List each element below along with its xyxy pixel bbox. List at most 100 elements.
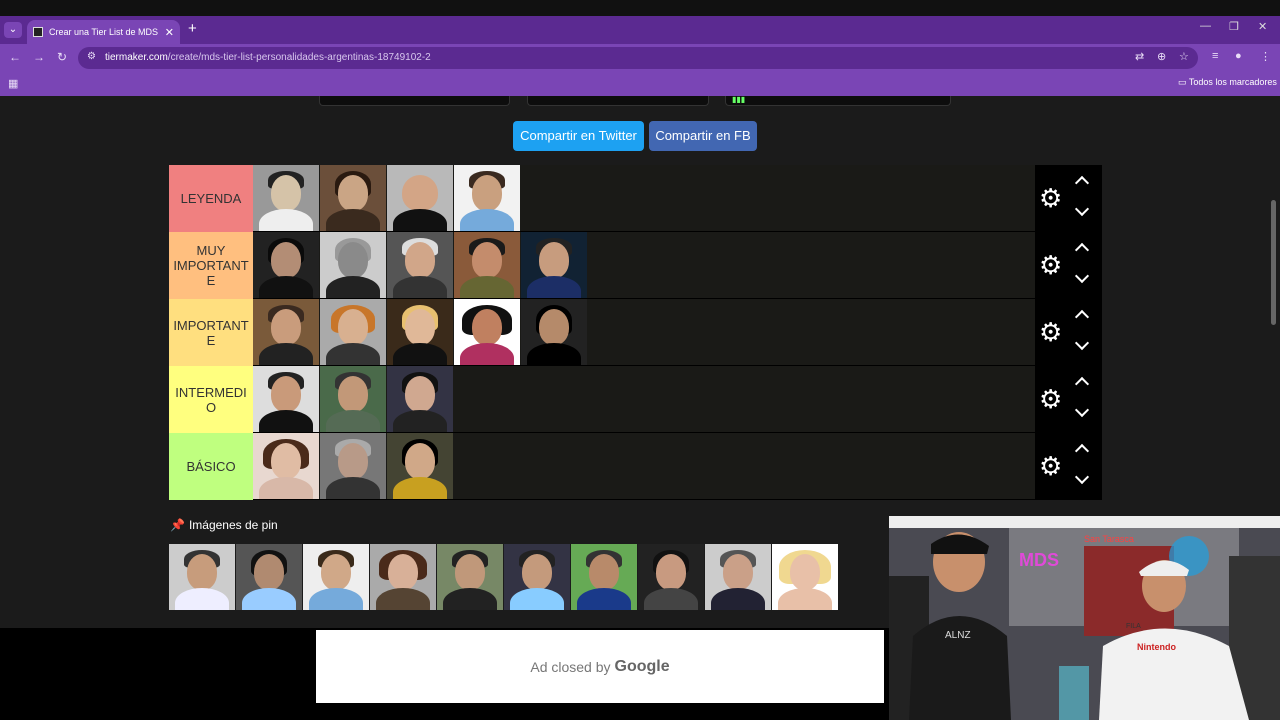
tier-controls: ⚙ [1035, 433, 1102, 500]
pool-image[interactable] [370, 544, 436, 610]
tier-list: LEYENDA ⚙ MUY IMPORTANT E ⚙ IMPORTANT E … [169, 165, 1102, 500]
top-button-stub[interactable] [319, 96, 510, 106]
person-image[interactable] [253, 232, 319, 298]
person-image[interactable] [253, 165, 319, 231]
pool-image[interactable] [169, 544, 235, 610]
move-down-icon[interactable] [1074, 402, 1090, 418]
image-pool [169, 544, 839, 610]
move-down-icon[interactable] [1074, 335, 1090, 351]
share-twitter-button[interactable]: Compartir en Twitter [513, 121, 644, 151]
pool-image[interactable] [705, 544, 771, 610]
pool-image[interactable] [504, 544, 570, 610]
neon-sign-right: San Tarasca [1084, 534, 1134, 544]
restore-button[interactable]: ❐ [1229, 20, 1239, 33]
pin-icon: 📌 [170, 518, 185, 532]
reload-icon[interactable]: ↻ [57, 50, 67, 64]
move-up-icon[interactable] [1074, 443, 1090, 459]
tab-title: Crear una Tier List de MDS Pers [49, 27, 159, 37]
person-image[interactable] [320, 165, 386, 231]
all-bookmarks-label: Todos los marcadores [1188, 77, 1277, 87]
browser-tab[interactable]: Crear una Tier List de MDS Pers ✕ [27, 20, 180, 44]
site-info-icon[interactable]: ⚙ [87, 51, 96, 62]
person-image[interactable] [320, 299, 386, 365]
person-image[interactable] [320, 433, 386, 499]
share-facebook-button[interactable]: Compartir en FB [649, 121, 757, 151]
tier-controls: ⚙ [1035, 232, 1102, 299]
closed-ad-banner: Ad closed by Google [316, 630, 884, 703]
move-up-icon[interactable] [1074, 309, 1090, 325]
gear-icon[interactable]: ⚙ [1039, 319, 1062, 345]
webcam-scene: MDS San Tarasca ALNZ Nintendo FILA [889, 516, 1280, 720]
person-image[interactable] [387, 232, 453, 298]
tab-search-button[interactable]: ⌄ [4, 22, 22, 38]
person-image[interactable] [387, 165, 453, 231]
new-tab-button[interactable]: + [188, 20, 197, 37]
media-icon[interactable]: ≡ [1212, 50, 1218, 62]
tier-row: INTERMEDI O ⚙ [169, 366, 1102, 433]
gear-icon[interactable]: ⚙ [1039, 252, 1062, 278]
person-image[interactable] [521, 299, 587, 365]
tier-controls: ⚙ [1035, 165, 1102, 232]
tiermaker-favicon-icon [33, 27, 43, 37]
pool-image[interactable] [303, 544, 369, 610]
person-image[interactable] [253, 366, 319, 432]
person-image[interactable] [320, 232, 386, 298]
back-icon[interactable]: ← [9, 50, 21, 64]
page-scrollbar[interactable] [1271, 200, 1276, 325]
person-image[interactable] [454, 165, 520, 231]
move-down-icon[interactable] [1074, 469, 1090, 485]
move-up-icon[interactable] [1074, 175, 1090, 191]
menu-icon[interactable]: ⋮ [1260, 50, 1271, 63]
gear-icon[interactable]: ⚙ [1039, 185, 1062, 211]
all-bookmarks[interactable]: ▭ Todos los marcadores [1178, 77, 1277, 88]
person-image[interactable] [387, 366, 453, 432]
tier-label[interactable]: IMPORTANT E [169, 299, 253, 366]
forward-icon[interactable]: → [33, 50, 45, 64]
tier-label[interactable]: MUY IMPORTANT E [169, 232, 253, 299]
person-image[interactable] [454, 232, 520, 298]
url-path: /create/mds-tier-list-personalidades-arg… [167, 52, 431, 63]
url-text[interactable]: tiermaker.com/create/mds-tier-list-perso… [105, 52, 431, 63]
move-up-icon[interactable] [1074, 376, 1090, 392]
close-window-button[interactable]: ✕ [1258, 20, 1267, 33]
apps-grid-icon[interactable]: ▦ [8, 77, 18, 90]
tier-items [253, 433, 1102, 499]
pool-image[interactable] [638, 544, 704, 610]
close-tab-icon[interactable]: ✕ [165, 26, 174, 39]
tier-label[interactable]: INTERMEDI O [169, 366, 253, 433]
pool-image[interactable] [236, 544, 302, 610]
translate-icon[interactable]: ⇄ [1135, 50, 1144, 63]
minimize-button[interactable]: — [1200, 20, 1211, 32]
person-image[interactable] [253, 299, 319, 365]
move-down-icon[interactable] [1074, 201, 1090, 217]
tier-label[interactable]: LEYENDA [169, 165, 253, 232]
tier-label[interactable]: BÁSICO [169, 433, 253, 500]
mds-neon-sign: MDS [1019, 550, 1059, 570]
tier-items [253, 232, 1102, 298]
move-up-icon[interactable] [1074, 242, 1090, 258]
os-top-strip [0, 0, 1280, 16]
bookmark-star-icon[interactable]: ☆ [1179, 50, 1189, 63]
shirt-text-left: ALNZ [945, 630, 971, 641]
person-image[interactable] [521, 232, 587, 298]
profile-avatar-icon[interactable]: ● [1235, 50, 1242, 62]
move-down-icon[interactable] [1074, 268, 1090, 284]
person-image[interactable] [387, 299, 453, 365]
person-image[interactable] [454, 299, 520, 365]
gear-icon[interactable]: ⚙ [1039, 386, 1062, 412]
gear-icon[interactable]: ⚙ [1039, 453, 1062, 479]
top-button-stub[interactable]: ▮▮▮ [725, 96, 951, 106]
person-image[interactable] [253, 433, 319, 499]
pool-image[interactable] [437, 544, 503, 610]
top-button-stub[interactable] [527, 96, 709, 106]
person-image[interactable] [320, 366, 386, 432]
pool-image[interactable] [772, 544, 838, 610]
person-image[interactable] [387, 433, 453, 499]
zoom-icon[interactable]: ⊕ [1157, 50, 1166, 63]
tier-controls: ⚙ [1035, 366, 1102, 433]
tier-row: LEYENDA ⚙ [169, 165, 1102, 232]
pool-image[interactable] [571, 544, 637, 610]
bookmarks-bar [0, 72, 1280, 96]
tier-row: MUY IMPORTANT E ⚙ [169, 232, 1102, 299]
tier-items [253, 165, 1102, 231]
